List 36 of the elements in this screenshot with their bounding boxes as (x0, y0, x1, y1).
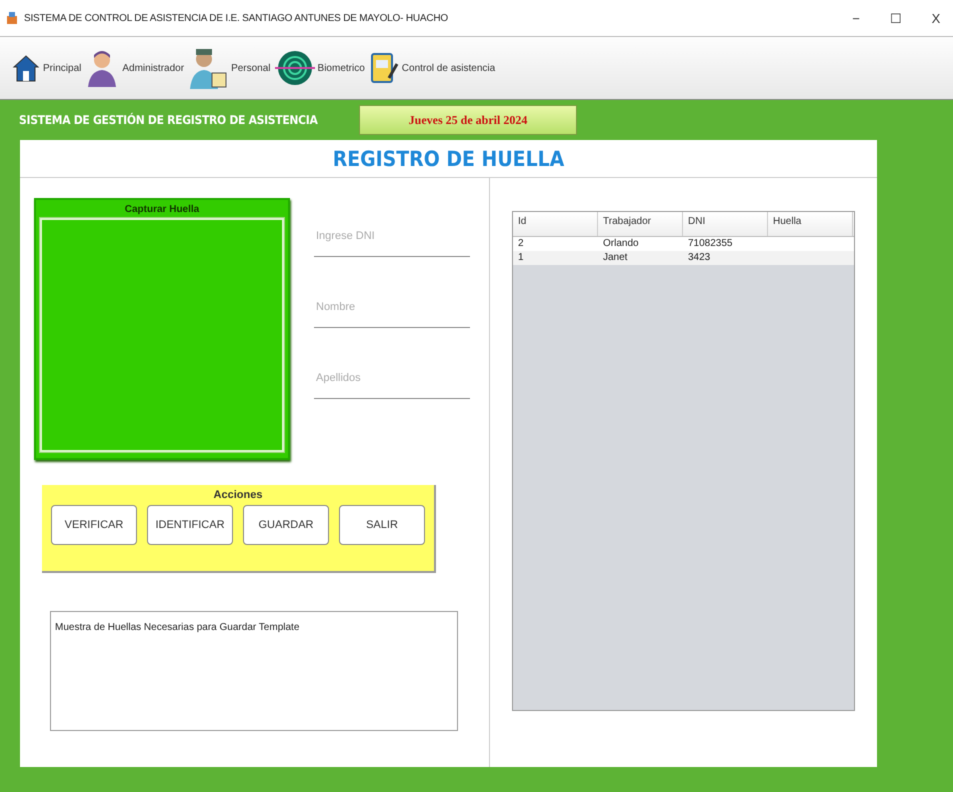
capture-title: Capturar Huella (124, 204, 200, 215)
clipboard-icon (368, 52, 399, 84)
actions-title: Acciones (214, 489, 262, 501)
action-button[interactable]: GUARDAR (243, 505, 329, 545)
column-header[interactable]: Huella (768, 212, 853, 236)
table-row[interactable]: 2 Orlando 71082355 (513, 237, 854, 251)
action-button[interactable]: SALIR (339, 505, 425, 545)
action-button[interactable]: IDENTIFICAR (147, 505, 233, 545)
app-icon (6, 11, 18, 25)
column-header[interactable]: Id (513, 212, 598, 236)
panel-title: REGISTRO DE HUELLA (20, 140, 877, 178)
window-title: SISTEMA DE CONTROL DE ASISTENCIA DE I.E. SANTIAGO ANTUNES DE MAYOLO- HUACHO (24, 12, 449, 24)
table-cell-text: 71082355 (687, 237, 734, 251)
column-header[interactable]: DNI (683, 212, 768, 236)
message-area[interactable]: Muestra de Huellas Necesarias para Guardar Template (50, 611, 458, 731)
table-row[interactable]: 1 Janet 3423 (513, 251, 854, 265)
toolbar-button[interactable]: Principal (12, 53, 82, 83)
window-control-button[interactable]: X (919, 3, 953, 33)
system-title: SISTEMA DE GESTIÓN DE REGISTRO DE ASISTENCIA (19, 113, 319, 127)
column-header[interactable]: Trabajador (598, 212, 683, 236)
action-button[interactable]: VERIFICAR (51, 505, 137, 545)
fingerprint-icon (274, 49, 315, 87)
table-cell-text: Janet (602, 251, 628, 265)
date-banner: Jueves 25 de abril 2024 (359, 105, 577, 135)
toolbar-button[interactable]: Personal (188, 47, 271, 89)
window-control-button[interactable]: ☐ (879, 3, 913, 33)
toolbar-button[interactable]: Biometrico (274, 49, 365, 87)
toolbar-button[interactable]: Administrador (85, 49, 184, 87)
table-cell-text: 1 (517, 251, 525, 265)
person-with-card-icon (188, 47, 228, 89)
table-cell-text: 2 (517, 237, 525, 251)
table-cell-text: 3423 (687, 251, 712, 265)
table-cell-text: Orlando (602, 237, 640, 251)
house-icon (12, 53, 40, 83)
toolbar-button[interactable]: Control de asistencia (368, 52, 496, 84)
window-control-button[interactable]: − (839, 3, 873, 33)
